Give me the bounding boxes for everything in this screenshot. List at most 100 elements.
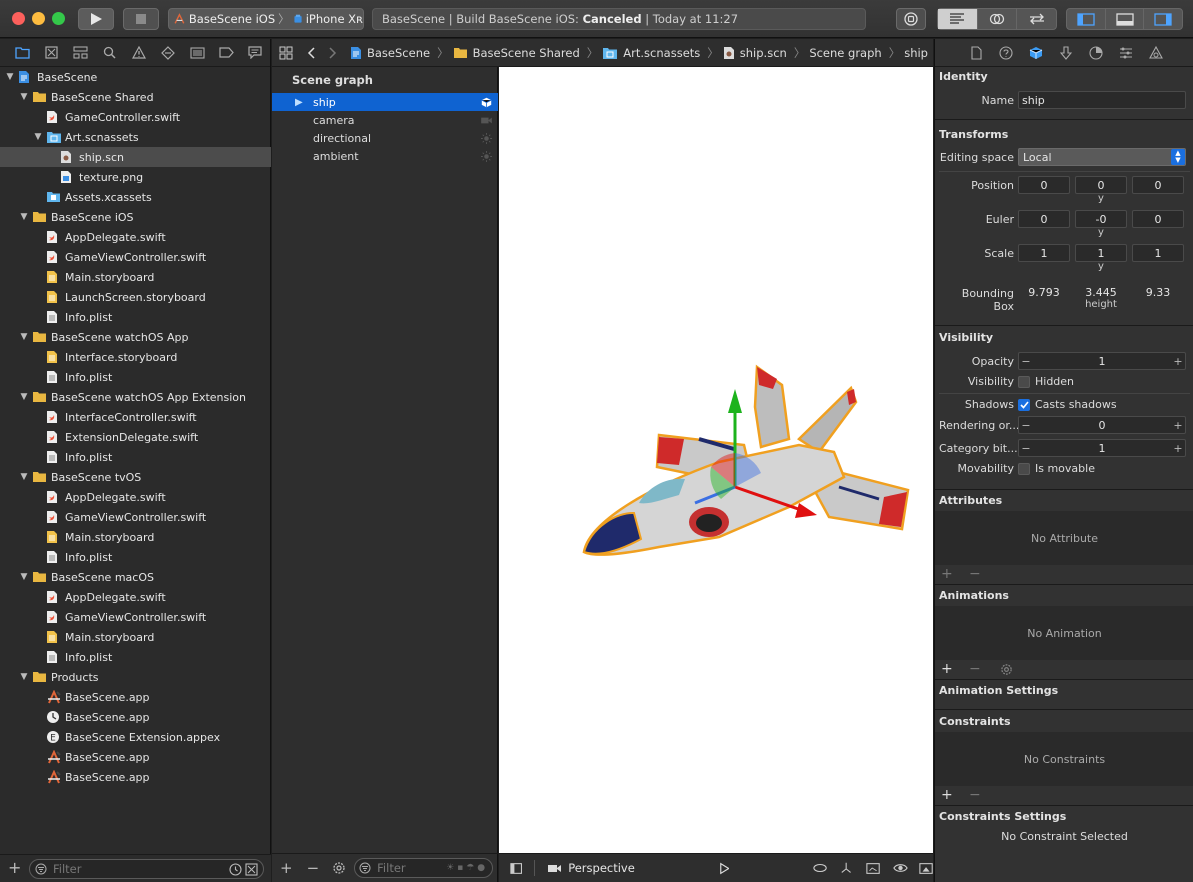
decrement-button[interactable]: −: [1019, 442, 1033, 455]
file-row[interactable]: GameViewController.swift: [0, 507, 271, 527]
scene-canvas[interactable]: [499, 67, 933, 853]
file-row[interactable]: Assets.xcassets: [0, 187, 271, 207]
shape-inspector-tab[interactable]: [1141, 43, 1171, 63]
breadcrumb-file[interactable]: ship.scn: [723, 46, 787, 60]
add-file-button[interactable]: +: [8, 860, 21, 876]
file-inspector-tab[interactable]: [961, 43, 991, 63]
file-row[interactable]: BaseScene.app: [0, 767, 271, 787]
file-row[interactable]: BaseScene.app: [0, 707, 271, 727]
increment-button[interactable]: +: [1171, 442, 1185, 455]
gear-icon[interactable]: [332, 861, 346, 875]
file-row[interactable]: E BaseScene Extension.appex: [0, 727, 271, 747]
decrement-button[interactable]: −: [1019, 355, 1033, 368]
related-items-button[interactable]: [272, 46, 300, 60]
eye-icon[interactable]: [893, 862, 908, 874]
rendering-order-stepper[interactable]: − 0 +: [1018, 416, 1186, 434]
physics-inspector-tab[interactable]: [1111, 43, 1141, 63]
axes-icon[interactable]: [840, 861, 852, 875]
file-row[interactable]: LaunchScreen.storyboard: [0, 287, 271, 307]
disclosure-triangle-icon[interactable]: ▼: [18, 391, 30, 403]
file-row[interactable]: Main.storyboard: [0, 267, 271, 287]
category-bitmask-stepper[interactable]: − 1 +: [1018, 439, 1186, 457]
screen-icon[interactable]: [919, 862, 933, 875]
attributes-inspector-tab[interactable]: [1051, 43, 1081, 63]
toggle-debug-area-button[interactable]: [1106, 9, 1145, 29]
file-row[interactable]: GameViewController.swift: [0, 247, 271, 267]
toggle-navigator-button[interactable]: [1067, 9, 1106, 29]
file-row[interactable]: Interface.storyboard: [0, 347, 271, 367]
disclosure-triangle-icon[interactable]: ▼: [18, 571, 30, 583]
add-animation-button[interactable]: +: [941, 661, 953, 677]
file-row[interactable]: GameController.swift: [0, 107, 271, 127]
symbol-navigator-tab[interactable]: [66, 43, 95, 63]
file-row[interactable]: ship.scn: [0, 147, 271, 167]
remove-constraint-button[interactable]: −: [969, 787, 981, 803]
hidden-checkbox[interactable]: Hidden: [1018, 375, 1074, 388]
file-row[interactable]: Info.plist: [0, 367, 271, 387]
file-row[interactable]: ExtensionDelegate.swift: [0, 427, 271, 447]
assistant-editor-button[interactable]: [978, 9, 1018, 29]
increment-button[interactable]: +: [1171, 355, 1185, 368]
breadcrumb-scene-graph[interactable]: Scene graph: [809, 46, 881, 60]
add-attribute-button[interactable]: +: [941, 566, 953, 582]
file-row[interactable]: AppDelegate.swift: [0, 227, 271, 247]
disclosure-triangle-icon[interactable]: ▼: [32, 131, 44, 143]
editing-space-select[interactable]: Local ▲ ▼: [1018, 148, 1186, 166]
sidebar-toggle-icon[interactable]: [510, 862, 522, 875]
breadcrumb-group[interactable]: BaseScene Shared: [453, 46, 580, 60]
debug-navigator-tab[interactable]: [183, 43, 212, 63]
minimize-window-button[interactable]: [32, 12, 45, 25]
add-constraint-button[interactable]: +: [941, 787, 953, 803]
toggle-inspector-button[interactable]: [1144, 9, 1182, 29]
disclosure-triangle-icon[interactable]: ▼: [18, 671, 30, 683]
run-button[interactable]: [78, 8, 114, 30]
camera-selector[interactable]: Perspective: [547, 861, 635, 875]
file-row[interactable]: AppDelegate.swift: [0, 487, 271, 507]
back-button[interactable]: [300, 46, 322, 59]
zoom-window-button[interactable]: [52, 12, 65, 25]
navigator-filter-field[interactable]: Filter: [29, 859, 264, 879]
forward-button[interactable]: [322, 46, 344, 59]
standard-editor-button[interactable]: [938, 9, 978, 29]
euler-y-field[interactable]: -0: [1075, 210, 1127, 228]
group-row[interactable]: ▼ Art.scnassets: [0, 127, 271, 147]
node-inspector-tab[interactable]: [1021, 43, 1051, 63]
file-row[interactable]: Info.plist: [0, 647, 271, 667]
disclosure-triangle-icon[interactable]: ▼: [18, 331, 30, 343]
file-row[interactable]: BaseScene.app: [0, 747, 271, 767]
name-field[interactable]: ship: [1018, 91, 1186, 109]
find-navigator-tab[interactable]: [95, 43, 124, 63]
play-scene-icon[interactable]: [719, 862, 730, 875]
issue-navigator-tab[interactable]: [124, 43, 153, 63]
file-row[interactable]: Main.storyboard: [0, 527, 271, 547]
scm-filter-icon[interactable]: [245, 862, 258, 876]
file-row[interactable]: AppDelegate.swift: [0, 587, 271, 607]
group-row[interactable]: ▼ BaseScene: [0, 67, 271, 87]
disclosure-triangle-icon[interactable]: ▼: [18, 211, 30, 223]
file-row[interactable]: Main.storyboard: [0, 627, 271, 647]
position-y-field[interactable]: 0: [1075, 176, 1127, 194]
casts-shadows-checkbox[interactable]: Casts shadows: [1018, 398, 1117, 411]
filter-type-icons[interactable]: ☀▪☂●: [446, 863, 488, 873]
file-row[interactable]: BaseScene.app: [0, 687, 271, 707]
group-row[interactable]: ▼ Products: [0, 667, 271, 687]
breadcrumb-node[interactable]: ship: [904, 46, 928, 60]
project-navigator-tab[interactable]: [8, 43, 37, 63]
disclosure-triangle-icon[interactable]: ▼: [18, 471, 30, 483]
position-z-field[interactable]: 0: [1132, 176, 1184, 194]
disclosure-triangle-icon[interactable]: ▶: [272, 97, 313, 108]
disclosure-triangle-icon[interactable]: ▼: [18, 91, 30, 103]
scale-y-field[interactable]: 1: [1075, 244, 1127, 262]
scale-z-field[interactable]: 1: [1132, 244, 1184, 262]
gear-icon[interactable]: [1000, 663, 1013, 676]
file-row[interactable]: Info.plist: [0, 447, 271, 467]
recent-files-icon[interactable]: [229, 862, 242, 876]
report-navigator-tab[interactable]: [241, 43, 270, 63]
frame-icon[interactable]: [866, 862, 880, 875]
euler-z-field[interactable]: 0: [1132, 210, 1184, 228]
disclosure-triangle-icon[interactable]: ▼: [4, 71, 16, 83]
remove-node-button[interactable]: −: [307, 859, 320, 877]
scene-node-row[interactable]: ambient: [272, 147, 498, 165]
group-row[interactable]: ▼ BaseScene Shared: [0, 87, 271, 107]
stop-button[interactable]: [123, 8, 159, 30]
